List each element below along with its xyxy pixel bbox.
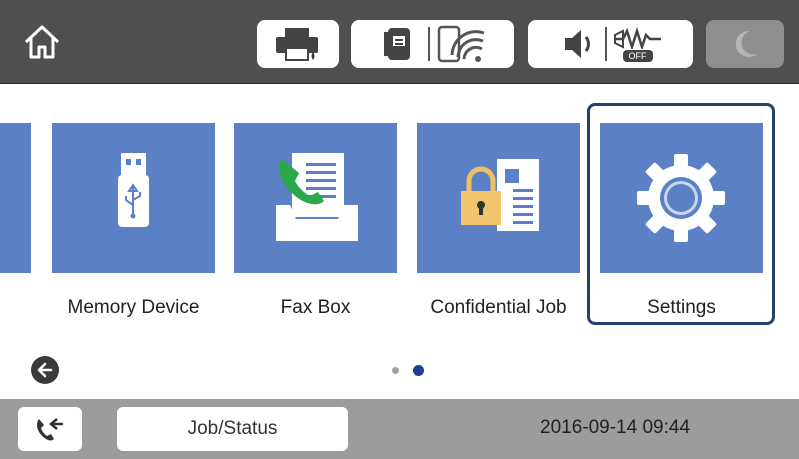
fax-log-button[interactable] [18,407,82,451]
bottom-bar: Job/Status 2016-09-14 09:44 [0,399,799,459]
fax-box-icon [276,153,358,241]
usb-icon [118,153,149,227]
speaker-icon [564,30,590,58]
status-divider [604,27,607,61]
quiet-mode-indicator: OFF [613,26,663,62]
confidential-job-icon [461,159,539,231]
tile-label: Fax Box [280,297,351,318]
page-indicator-dot [392,367,399,374]
home-button[interactable] [18,18,66,66]
quiet-mode-off-badge: OFF [622,49,653,62]
fax-network-icon [383,28,410,60]
arrow-left-icon [37,362,53,378]
previous-page-button[interactable] [31,356,59,384]
wifi-icon [437,25,484,63]
sound-status-button[interactable]: OFF [528,20,693,68]
datetime-display: 2016-09-14 09:44 [540,417,691,438]
top-status-bar: OFF [0,0,799,84]
selection-highlight [587,103,775,325]
tile-memory-device[interactable] [52,123,215,273]
printer-status-button[interactable] [257,20,339,68]
page-indicator-dot-active [413,365,424,376]
tile-label: Confidential Job [430,297,567,318]
tile-fax-box[interactable] [234,123,397,273]
tile-confidential-job[interactable] [417,123,580,273]
sleep-moon-icon [735,30,757,57]
home-icon [24,25,60,59]
menu-tiles-area: Memory Device Fax Box Confidential Job S… [0,83,799,399]
quiet-mode-icon [613,26,661,49]
job-status-button[interactable]: Job/Status [117,407,348,451]
partial-tile[interactable] [0,123,31,273]
sleep-button[interactable] [706,20,784,68]
printer-icon [276,28,318,61]
status-divider [427,27,430,61]
network-status-button[interactable] [351,20,514,68]
fax-arrows-icon [37,418,63,441]
tile-label: Memory Device [67,297,200,318]
